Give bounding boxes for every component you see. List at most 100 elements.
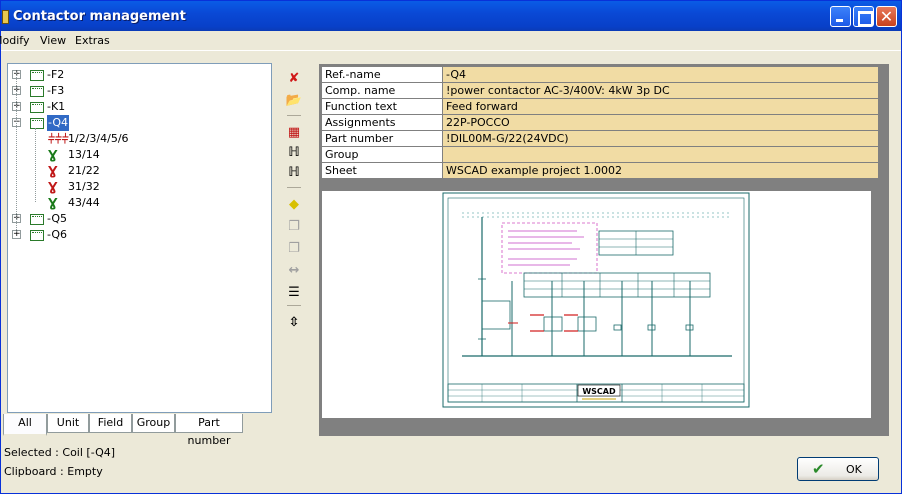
copy-icon[interactable]: ❐ <box>283 217 305 237</box>
close-button[interactable]: ✕ <box>876 6 897 27</box>
tree-node-label: -K1 <box>47 100 66 113</box>
contactor-icon <box>30 70 44 81</box>
tree-node-label: -Q4 <box>47 115 70 131</box>
title-bar: Contactor management ✕ <box>1 1 901 31</box>
property-value[interactable] <box>442 146 879 163</box>
property-row[interactable]: Sheet WSCAD example project 1.0002 <box>321 162 879 179</box>
properties-table: Ref.-name -Q4 Comp. name !power contactor A… <box>321 66 879 179</box>
contactor-tree[interactable]: + -F2 + -F3 + -K1− -Q4 ⫩⫩⫩ 1/2/3/4/5/6 Ɣ 13/14 Ɣ 21/… <box>7 63 272 413</box>
property-value[interactable]: !power contactor AC-3/400V: 4kW 3p DC <box>442 82 879 99</box>
maximize-button[interactable] <box>853 6 874 27</box>
tree-node-label: -F3 <box>47 84 65 97</box>
window-title: Contactor management <box>13 9 186 24</box>
app-icon <box>2 10 9 24</box>
tab-part-number[interactable]: Part number <box>175 414 243 447</box>
contact-symbol-icon[interactable]: ℍ <box>283 143 305 163</box>
tree-node[interactable]: + -F2 <box>8 67 270 83</box>
tree-node[interactable]: + -Q6 <box>8 227 270 243</box>
property-key: Group <box>321 146 443 163</box>
tree-node[interactable]: Ɣ 13/14 <box>8 147 270 163</box>
tab-field[interactable]: Field <box>89 414 132 433</box>
menu-modify[interactable]: Modify <box>0 34 29 47</box>
wscad-logo: WSCAD <box>582 387 616 396</box>
menu-view[interactable]: View <box>40 34 66 47</box>
tree-node[interactable]: + -K1 <box>8 99 270 115</box>
minimize-button[interactable] <box>830 6 851 27</box>
nc-contact-icon: Ɣ <box>48 164 58 178</box>
property-row[interactable]: Comp. name !power contactor AC-3/400V: 4k… <box>321 82 879 99</box>
property-value[interactable]: -Q4 <box>442 66 879 83</box>
tree-node-label: 21/22 <box>68 164 100 177</box>
minimize-icon <box>831 7 850 26</box>
eraser-icon[interactable]: ◆ <box>283 195 305 215</box>
property-key: Comp. name <box>321 82 443 99</box>
tree-node[interactable]: + -Q5 <box>8 211 270 227</box>
tab-all[interactable]: All <box>3 414 47 436</box>
tree-node-label: -Q5 <box>47 212 68 225</box>
tree-node-label: 43/44 <box>68 196 100 209</box>
tree-node-label: 1/2/3/4/5/6 <box>68 132 129 145</box>
no-contact-icon: Ɣ <box>48 196 58 210</box>
tree-node-label: 31/32 <box>68 180 100 193</box>
tree-node[interactable]: − -Q4 <box>8 115 270 131</box>
property-row[interactable]: Assignments 22P-POCCO <box>321 114 879 131</box>
property-key: Part number <box>321 130 443 147</box>
tree-node-label: -Q6 <box>47 228 68 241</box>
ok-button[interactable]: ✔ OK <box>797 457 879 481</box>
contactor-icon <box>30 118 44 129</box>
menu-bar: Modify View Extras <box>0 31 901 51</box>
tree-guide-line <box>35 128 36 202</box>
main-contacts-icon: ⫩⫩⫩ <box>48 132 69 146</box>
details-panel: Ref.-name -Q4 Comp. name !power contactor A… <box>319 64 889 436</box>
sheet-preview: WSCAD <box>322 191 871 418</box>
menu-extras[interactable]: Extras <box>75 34 110 47</box>
swap-icon[interactable]: ↔ <box>283 261 305 281</box>
paste-icon[interactable]: ❐ <box>283 239 305 259</box>
tree-node[interactable]: ⫩⫩⫩ 1/2/3/4/5/6 <box>8 131 270 147</box>
tree-node[interactable]: Ɣ 31/32 <box>8 179 270 195</box>
toolbar-separator <box>287 187 301 188</box>
contactor-icon <box>30 230 44 241</box>
property-key: Function text <box>321 98 443 115</box>
property-row[interactable]: Function text Feed forward <box>321 98 879 115</box>
tree-node-label: -F2 <box>47 68 65 81</box>
property-value[interactable]: 22P-POCCO <box>442 114 879 131</box>
tree-node-label: 13/14 <box>68 148 100 161</box>
contactor-icon <box>30 102 44 113</box>
property-key: Sheet <box>321 162 443 179</box>
property-row[interactable]: Part number !DIL00M-G/22(24VDC) <box>321 130 879 147</box>
ok-label: OK <box>846 463 862 476</box>
schematic-drawing: WSCAD <box>442 192 750 408</box>
property-value[interactable]: Feed forward <box>442 98 879 115</box>
settings-icon[interactable]: ☰ <box>283 283 305 303</box>
status-selected: Selected : Coil [-Q4] <box>4 446 116 459</box>
property-value[interactable]: !DIL00M-G/22(24VDC) <box>442 130 879 147</box>
tree-node[interactable]: Ɣ 21/22 <box>8 163 270 179</box>
contactor-icon <box>30 86 44 97</box>
tree-guide-line <box>16 72 17 232</box>
property-row[interactable]: Group <box>321 146 879 163</box>
contact-symbol-edit-icon[interactable]: ℍ <box>283 163 305 183</box>
tree-node[interactable]: + -F3 <box>8 83 270 99</box>
checkmark-icon: ✔ <box>812 460 825 478</box>
property-key: Assignments <box>321 114 443 131</box>
property-key: Ref.-name <box>321 66 443 83</box>
status-clipboard: Clipboard : Empty <box>4 465 103 478</box>
delete-icon[interactable]: ✘ <box>283 69 305 89</box>
no-contact-icon: Ɣ <box>48 148 58 162</box>
table-icon[interactable]: ▦ <box>283 123 305 143</box>
property-row[interactable]: Ref.-name -Q4 <box>321 66 879 83</box>
tab-group[interactable]: Group <box>132 414 175 433</box>
open-folder-icon[interactable]: 📂 <box>283 91 305 111</box>
property-value[interactable]: WSCAD example project 1.0002 <box>442 162 879 179</box>
tab-unit[interactable]: Unit <box>47 414 89 433</box>
toolbar-separator <box>287 305 301 306</box>
contactor-management-window: Contactor management ✕ Modify View Extra… <box>0 0 902 494</box>
resize-icon[interactable]: ⇳ <box>283 313 305 333</box>
close-icon: ✕ <box>879 7 894 26</box>
contactor-icon <box>30 214 44 225</box>
nc-contact-icon: Ɣ <box>48 180 58 194</box>
tree-node[interactable]: Ɣ 43/44 <box>8 195 270 211</box>
maximize-icon <box>854 7 873 26</box>
toolbar-separator <box>287 115 301 116</box>
